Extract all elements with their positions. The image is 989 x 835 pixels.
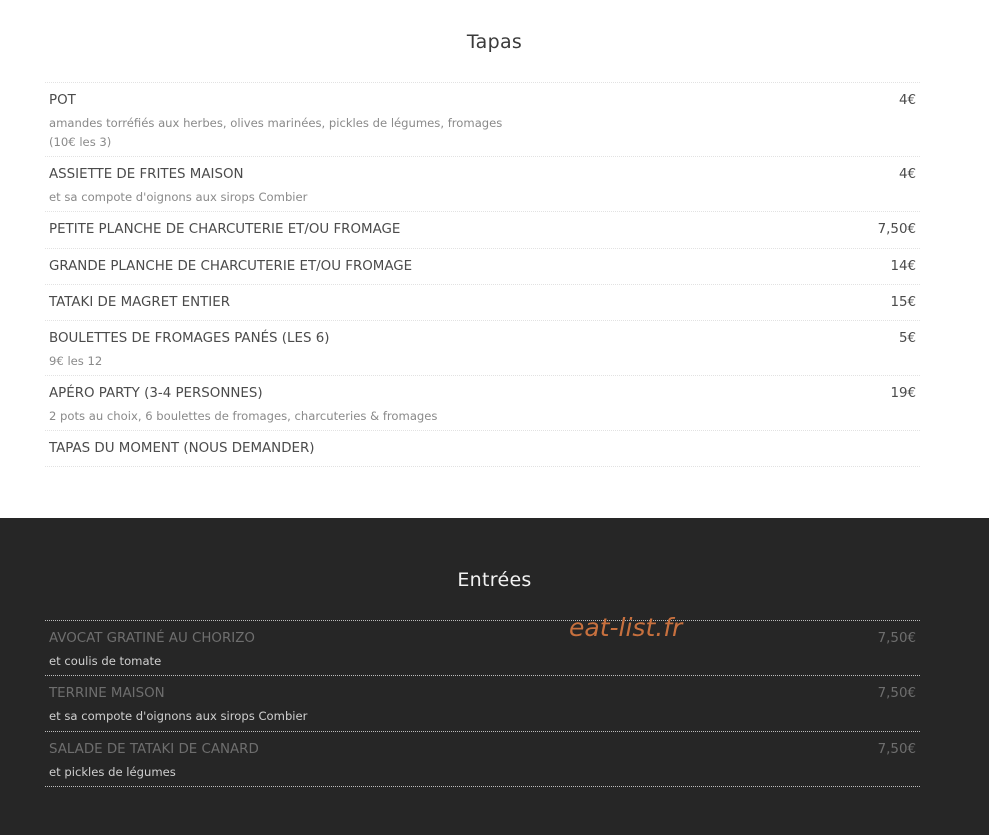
item-price: 14€ (890, 259, 916, 274)
item-description: et sa compote d'oignons aux sirops Combi… (49, 190, 308, 204)
item-description-line: amandes torréfiés aux herbes, olives mar… (49, 116, 503, 130)
item-name: PETITE PLANCHE DE CHARCUTERIE ET/OU FROM… (49, 222, 401, 237)
menu-item-apero-party: APÉRO PARTY (3-4 PERSONNES) 19€ 2 pots a… (45, 375, 920, 430)
item-name: AVOCAT GRATINÉ AU CHORIZO (49, 631, 255, 646)
tapas-section: Tapas POT 4€ amandes torréfiés aux herbe… (0, 0, 989, 518)
menu-item-pot: POT 4€ amandes torréfiés aux herbes, oli… (45, 82, 920, 156)
item-description-line: (10€ les 3) (49, 135, 112, 149)
item-price: 7,50€ (877, 742, 916, 757)
menu-item-terrine: TERRINE MAISON 7,50€ et sa compote d'oig… (45, 675, 920, 731)
entrees-section: Entrées AVOCAT GRATINÉ AU CHORIZO 7,50€ … (0, 518, 989, 835)
item-price: 7,50€ (877, 631, 916, 646)
entrees-title: Entrées (457, 569, 532, 591)
item-name: BOULETTES DE FROMAGES PANÉS (LES 6) (49, 331, 330, 346)
item-description: 2 pots au choix, 6 boulettes de fromages… (49, 409, 438, 423)
menu-item-assiette-frites: ASSIETTE DE FRITES MAISON 4€ et sa compo… (45, 156, 920, 211)
watermark-text: eat-list.fr (569, 613, 683, 642)
item-name: TAPAS DU MOMENT (NOUS DEMANDER) (49, 441, 315, 456)
item-name: SALADE DE TATAKI DE CANARD (49, 742, 259, 757)
item-description: et pickles de légumes (49, 765, 176, 779)
item-description: amandes torréfiés aux herbes, olives mar… (49, 114, 649, 152)
item-name: ASSIETTE DE FRITES MAISON (49, 167, 244, 182)
menu-item-petite-planche: PETITE PLANCHE DE CHARCUTERIE ET/OU FROM… (45, 211, 920, 248)
menu-item-tataki-magret: TATAKI DE MAGRET ENTIER 15€ (45, 284, 920, 320)
menu-item-boulettes: BOULETTES DE FROMAGES PANÉS (LES 6) 5€ 9… (45, 320, 920, 375)
item-price: 4€ (898, 93, 916, 108)
item-price: 7,50€ (877, 222, 916, 237)
item-price: 19€ (890, 386, 916, 401)
menu-item-grande-planche: GRANDE PLANCHE DE CHARCUTERIE ET/OU FROM… (45, 248, 920, 284)
item-description: et sa compote d'oignons aux sirops Combi… (49, 709, 308, 723)
item-name: GRANDE PLANCHE DE CHARCUTERIE ET/OU FROM… (49, 259, 413, 274)
tapas-menu-list: POT 4€ amandes torréfiés aux herbes, oli… (45, 82, 920, 467)
item-description: et coulis de tomate (49, 654, 162, 668)
menu-item-avocat: AVOCAT GRATINÉ AU CHORIZO 7,50€ et couli… (45, 620, 920, 675)
menu-item-tapas-du-moment: TAPAS DU MOMENT (NOUS DEMANDER) (45, 430, 920, 467)
item-price: 5€ (898, 331, 916, 346)
item-price: 15€ (890, 295, 916, 310)
entrees-menu-list: AVOCAT GRATINÉ AU CHORIZO 7,50€ et couli… (45, 620, 920, 787)
menu-item-salade-tataki: SALADE DE TATAKI DE CANARD 7,50€ et pick… (45, 731, 920, 787)
item-name: TERRINE MAISON (49, 686, 165, 701)
item-price: 4€ (898, 167, 916, 182)
item-name: APÉRO PARTY (3-4 PERSONNES) (49, 386, 263, 401)
item-name: TATAKI DE MAGRET ENTIER (49, 295, 231, 310)
item-description: 9€ les 12 (49, 354, 103, 368)
item-price: 7,50€ (877, 686, 916, 701)
tapas-title: Tapas (466, 31, 523, 53)
item-name: POT (49, 93, 76, 108)
